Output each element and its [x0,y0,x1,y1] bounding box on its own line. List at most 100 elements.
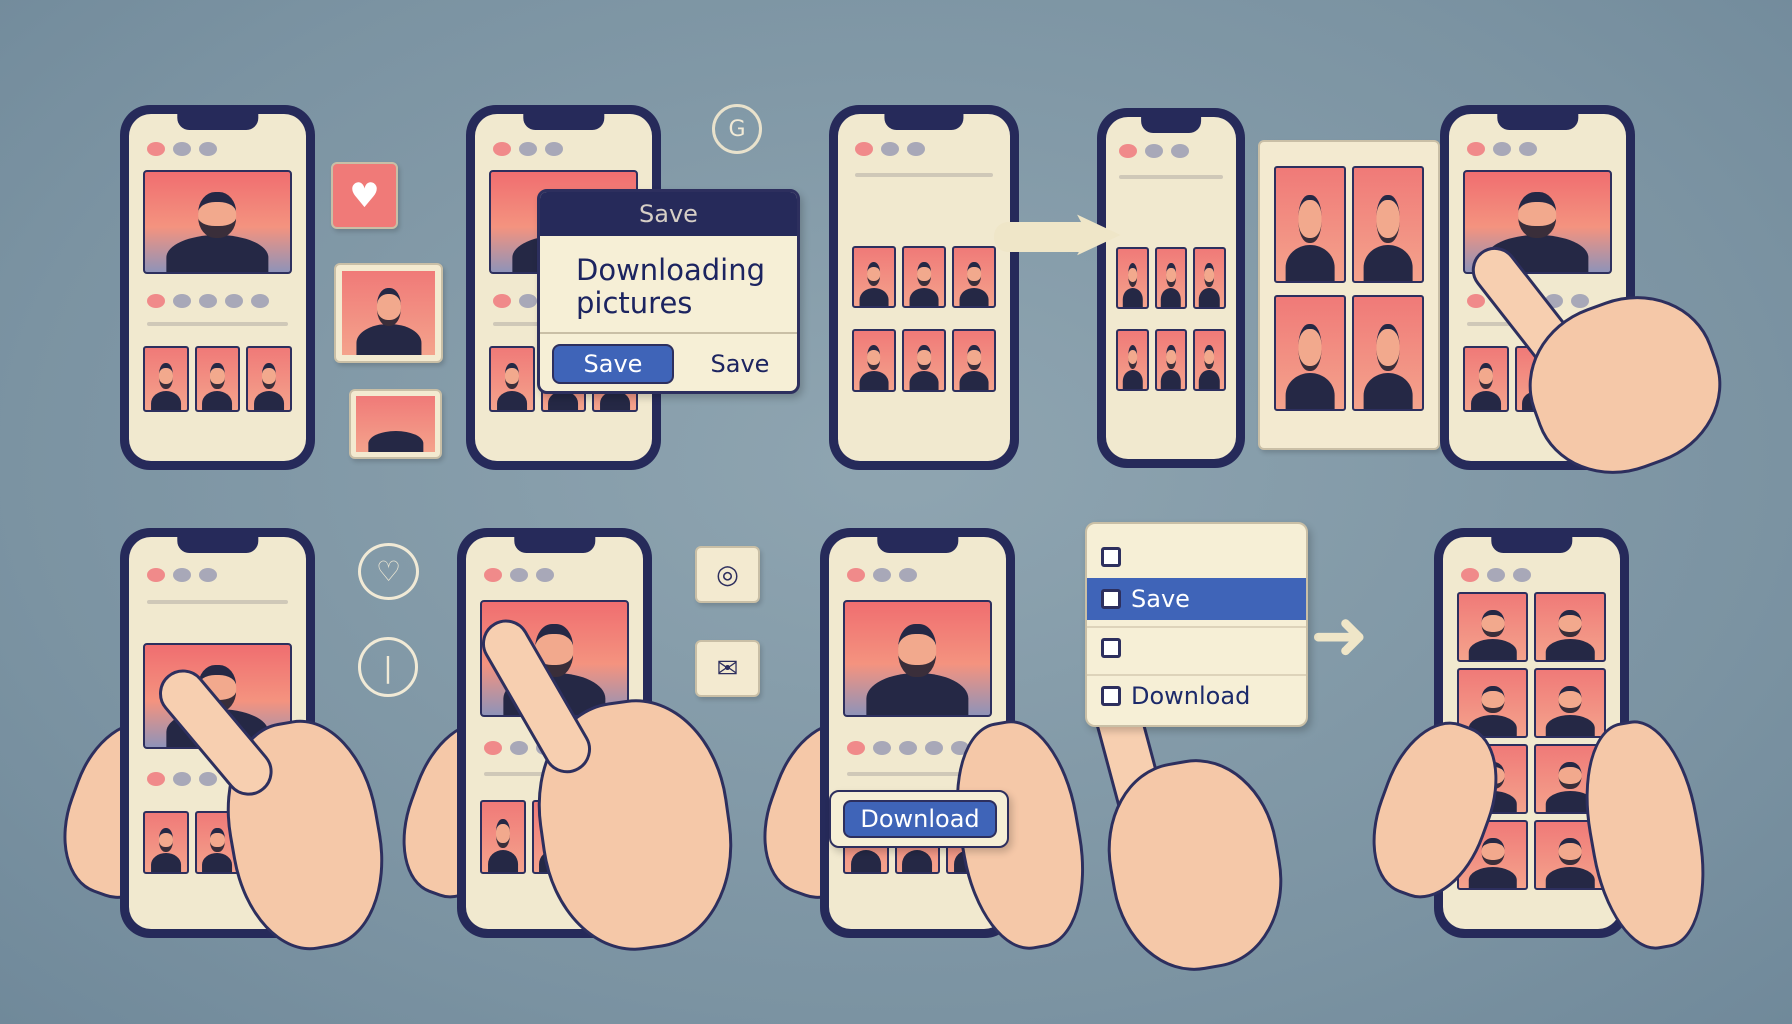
envelope-icon: ✉ [695,640,760,697]
person-head [917,345,931,370]
phone-screen [838,114,1010,461]
thumbnail [952,329,997,392]
dialog-title: Save [639,200,698,228]
person-silhouette [202,390,233,411]
arrow-right-icon: ➜ [1310,594,1369,676]
person-silhouette [1122,370,1143,389]
thumbnail [1154,246,1188,309]
thumbnail [1534,667,1606,738]
download-bar: Download [829,790,1009,848]
phone-notch [1490,537,1573,553]
photo [143,169,292,274]
person-head [1298,323,1322,372]
person-silhouette [1160,370,1182,389]
save-dialog: Save Downloading pictures Save Save [537,189,800,394]
person-head [917,261,931,287]
person-head [1481,837,1505,866]
person-silhouette [1468,866,1518,888]
person-silhouette [1545,638,1595,660]
status-dots [492,141,563,156]
thumbnail [480,799,526,875]
person-head [261,363,277,390]
person-silhouette [1199,288,1220,307]
thumbnail [1193,329,1226,391]
phone-notch [876,537,959,553]
thumbnail [143,346,189,413]
thumbnail [851,245,896,309]
photo-panel [1258,140,1440,450]
menu-item-download[interactable]: Download [1087,674,1306,716]
camera-icon: ◎ [695,546,760,603]
thumbnail [1351,166,1424,283]
heart-card: ♥ [331,162,398,229]
person-silhouette [1545,866,1595,888]
thumbnail [1193,246,1226,309]
person-silhouette [496,390,527,411]
person-silhouette [909,370,939,390]
person-silhouette [1160,288,1182,307]
window-icon [1101,547,1121,567]
person-head [967,345,981,370]
person-head [1478,363,1493,390]
heart-icon: ♡ [358,543,419,600]
image-card [349,389,442,459]
person-silhouette [859,287,889,307]
thumbnail-grid [1274,166,1424,283]
person-silhouette [150,853,181,873]
person-head [1166,344,1176,370]
phone [120,105,315,470]
thumbnail [489,346,535,413]
status-dots [146,141,217,156]
person-head [1298,195,1322,243]
person-head [210,827,225,853]
divider [146,599,289,604]
thumbnail [1534,591,1606,662]
save-button[interactable]: Save [552,344,674,384]
person-silhouette [1122,288,1143,307]
phone-notch [176,537,259,553]
person-silhouette [166,234,269,272]
person-head [1204,262,1215,287]
person-silhouette [859,370,889,390]
divider [146,322,289,327]
divider [855,172,993,177]
menu-item[interactable] [1087,536,1306,578]
person-silhouette [1545,714,1595,736]
download-button[interactable]: Download [843,800,997,838]
menu-item[interactable] [1087,626,1306,668]
person-silhouette [202,853,233,873]
person-head [1127,344,1138,370]
thumbnail [1463,346,1509,413]
thumbnail-grid [1116,329,1226,391]
thumbnail [143,811,189,875]
status-dots [1119,144,1189,159]
menu-item-save[interactable]: Save [1087,578,1306,620]
person-head [1127,262,1138,287]
thumbnail-grid [1274,295,1424,412]
person-head [967,261,981,287]
thumbnail [952,245,997,309]
person-head [1204,344,1215,370]
person-silhouette [1363,373,1413,410]
person-silhouette [866,673,969,716]
thumbnail-grid [851,329,997,392]
phone-notch [176,114,259,130]
person-head [1481,685,1505,714]
phone-notch [1496,114,1579,130]
save-button-secondary[interactable]: Save [685,344,795,384]
person-head [495,818,510,849]
heart-icon: ♥ [349,175,380,216]
person-silhouette [959,287,989,307]
person-head [1376,195,1400,243]
status-dots [146,568,217,583]
person-head [1376,323,1400,372]
person-silhouette [909,287,939,307]
thumbnail-grid [143,346,292,413]
person-head [1166,262,1176,287]
thumbnail [1154,329,1188,391]
thumbnail [1274,166,1346,283]
person-head [1558,685,1582,714]
thumbnail [1457,591,1529,662]
arrow-right-icon: ➤ [1070,197,1124,271]
phone [1097,108,1245,468]
